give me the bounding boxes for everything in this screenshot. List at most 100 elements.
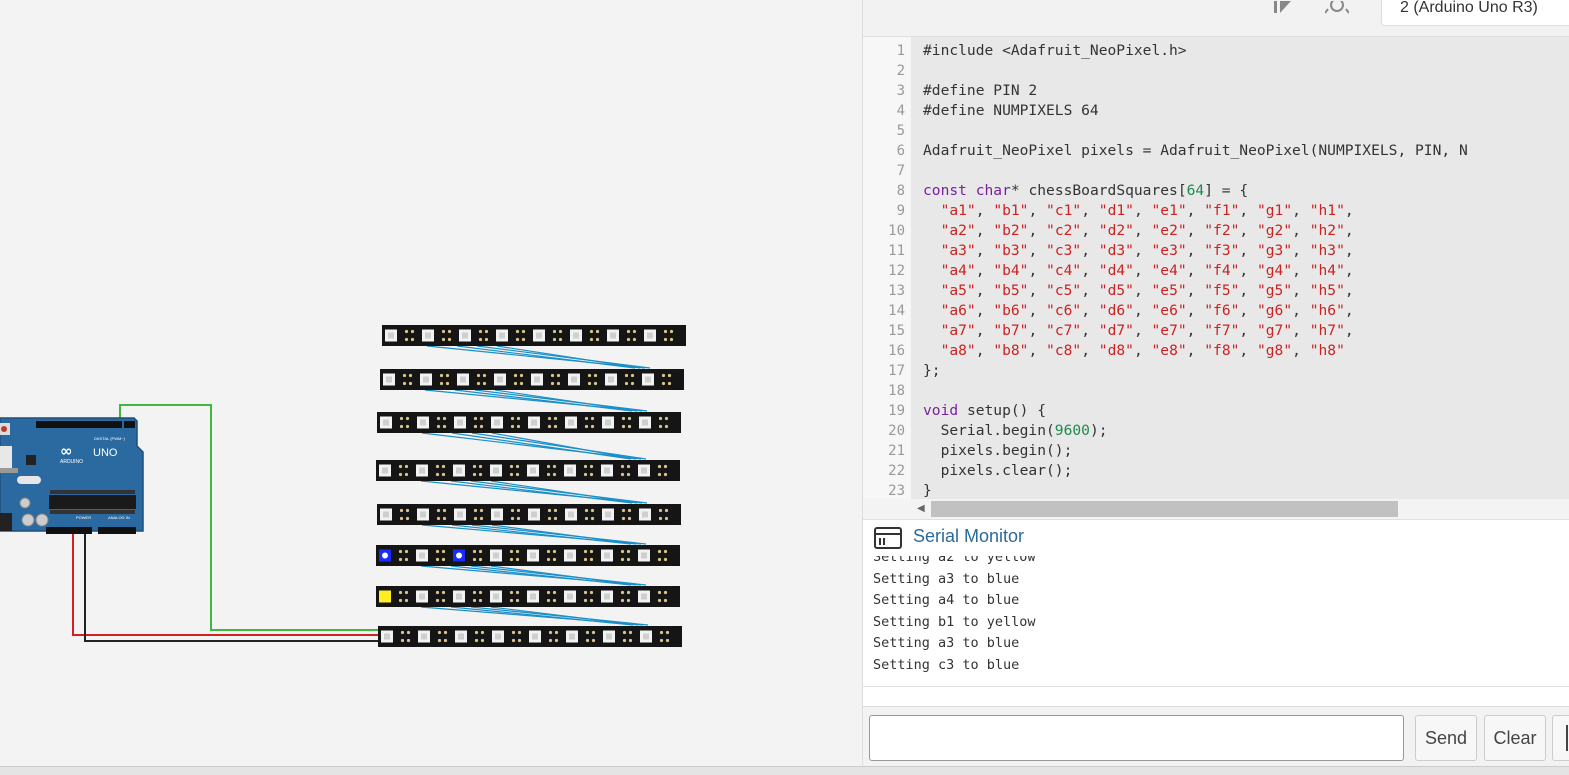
solder-pad (510, 516, 515, 521)
solder-pad (474, 638, 479, 643)
code-toolbar: 2 (Arduino Uno R3) (863, 0, 1569, 37)
led-a3 (379, 549, 391, 562)
wire-data-green[interactable] (119, 404, 378, 631)
neopixel-strips[interactable] (376, 325, 686, 647)
strip-data-wire (490, 565, 637, 586)
neopixel-strip-4[interactable] (376, 460, 680, 481)
horizontal-scrollbar[interactable]: ◀ (863, 499, 1569, 519)
wire-power-red[interactable] (72, 532, 378, 636)
solder-pad (657, 590, 662, 595)
solder-pad (482, 381, 487, 386)
code-line: pixels.begin(); (923, 442, 1073, 459)
led-h7 (642, 373, 654, 386)
solder-pad (521, 329, 526, 334)
solder-pad (406, 630, 411, 635)
serial-input[interactable] (869, 715, 1404, 761)
solder-pad (472, 549, 477, 554)
solder-pad (509, 557, 514, 562)
solder-pad (404, 590, 409, 595)
neopixel-strip-6[interactable] (376, 545, 680, 566)
wire-ground-black[interactable] (84, 532, 378, 642)
solder-pad (546, 464, 551, 469)
solder-pad (657, 464, 662, 469)
led-b5 (416, 464, 428, 477)
serial-output-line: Setting a3 to blue (873, 570, 1020, 587)
solder-pad (441, 337, 446, 342)
solder-pad (547, 416, 552, 421)
solder-pad (590, 416, 595, 421)
solder-pad (584, 416, 589, 421)
scroll-left-icon[interactable]: ◀ (917, 503, 925, 514)
solder-pad (627, 416, 632, 421)
solder-pad (478, 329, 483, 334)
solder-pad (589, 472, 594, 477)
solder-pad (554, 630, 559, 635)
solder-pad (516, 508, 521, 513)
solder-pad (404, 549, 409, 554)
led-c4 (454, 508, 466, 521)
solder-pad (402, 373, 407, 378)
serial-monitor-header[interactable]: Serial Monitor (863, 519, 1569, 558)
led-b3 (416, 549, 428, 562)
analog-header-label: ANALOG IN (108, 515, 130, 520)
neopixel-strip-8[interactable] (378, 626, 682, 647)
line-number: 8 (896, 183, 905, 199)
strip-data-wire (471, 524, 647, 545)
solder-pad (480, 638, 485, 643)
solder-pad (513, 381, 518, 386)
solder-pad (404, 598, 409, 603)
solder-pad (589, 549, 594, 554)
code-line: Adafruit_NeoPixel pixels = Adafruit_NeoP… (923, 142, 1468, 159)
strip-data-wire (451, 432, 632, 460)
neopixel-strip-7[interactable] (376, 586, 680, 607)
scrollbar-thumb[interactable] (931, 501, 1398, 517)
led-a4 (380, 508, 392, 521)
line-number: 23 (888, 483, 905, 499)
timestamp-toggle-button[interactable] (1552, 715, 1569, 761)
solder-pad (400, 638, 405, 643)
solder-pad (476, 381, 481, 386)
led-d3 (490, 549, 502, 562)
led-f1 (566, 630, 578, 643)
solder-pad (589, 464, 594, 469)
solder-pad (408, 373, 413, 378)
solder-pad (595, 337, 600, 342)
solder-pad (591, 630, 596, 635)
solder-pad (663, 329, 668, 334)
solder-pad (665, 630, 670, 635)
led-c8 (459, 329, 471, 342)
circuit-canvas[interactable]: ∞ UNO ARDUINO DIGITAL (PWM~) POWER ANALO… (0, 0, 862, 766)
serial-output-line: Setting a2 to yellow (873, 556, 1036, 565)
solder-pad (624, 381, 629, 386)
led-g5 (601, 464, 613, 477)
line-number: 22 (888, 463, 905, 479)
code-line: } (923, 482, 932, 499)
line-number: 17 (888, 363, 905, 379)
neopixel-strip-5[interactable] (377, 504, 681, 525)
code-editor[interactable]: 123456789101112131415161718192021222324 … (863, 37, 1569, 499)
led-b7 (420, 373, 432, 386)
neopixel-strip-1[interactable] (382, 325, 686, 346)
solder-pad (667, 373, 672, 378)
step-icon[interactable] (1271, 0, 1295, 14)
clear-button[interactable]: Clear (1484, 715, 1546, 761)
solder-pad (510, 424, 515, 429)
solder-pad (548, 630, 553, 635)
send-button[interactable]: Send (1415, 715, 1477, 761)
solder-pad (515, 329, 520, 334)
solder-pad (441, 472, 446, 477)
debug-icon[interactable] (1324, 0, 1350, 14)
strip-data-wire (491, 524, 637, 545)
strip-data-wire (456, 345, 636, 369)
neopixel-strip-2[interactable] (380, 369, 684, 390)
neopixel-strip-3[interactable] (377, 412, 681, 433)
board-select[interactable]: 2 (Arduino Uno R3) (1381, 0, 1569, 26)
circuit-diagram[interactable]: ∞ UNO ARDUINO DIGITAL (PWM~) POWER ANALO… (0, 0, 862, 766)
led-a2 (379, 590, 391, 603)
led-c3 (453, 549, 465, 562)
arduino-uno-board[interactable]: ∞ UNO ARDUINO DIGITAL (PWM~) POWER ANALO… (0, 417, 144, 534)
solder-pad (400, 630, 405, 635)
led-g8 (607, 329, 619, 342)
solder-pad (513, 373, 518, 378)
solder-pad (547, 508, 552, 513)
